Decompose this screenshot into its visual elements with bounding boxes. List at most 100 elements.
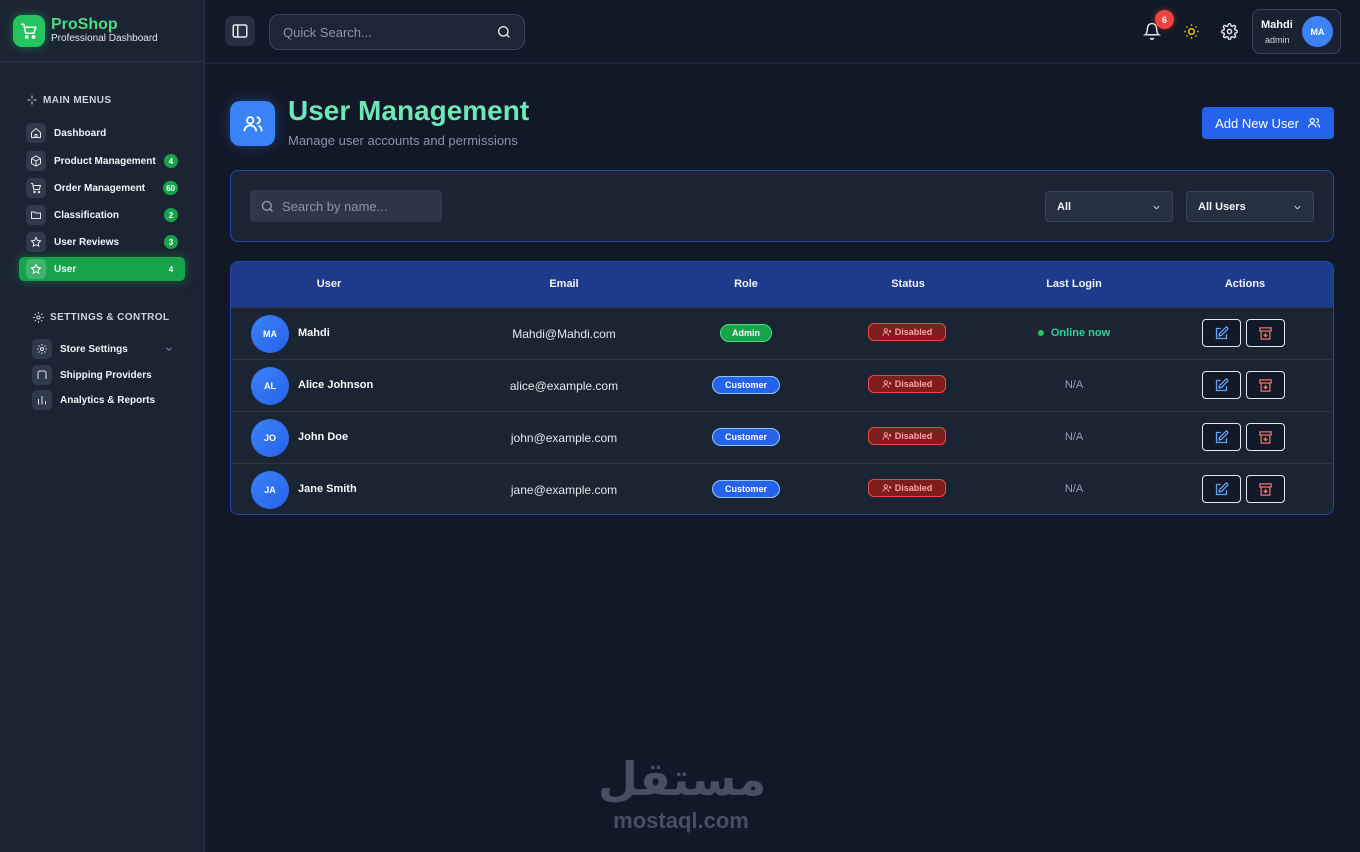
chevron-down-icon[interactable] [164,344,174,354]
status-badge: Disabled [868,375,946,393]
archive-icon [1259,326,1272,340]
last-login: N/A [1064,379,1084,391]
status-badge: Disabled [868,479,946,497]
last-login-text: Online now [1050,327,1111,339]
star-icon [26,232,46,252]
quick-search-input[interactable] [283,24,483,40]
filter-panel: All All Users [230,170,1334,242]
user-filter-select[interactable]: All Users [1186,191,1314,222]
watermark: مستقل mostaql.com [598,752,766,836]
column-header-status: Status [891,278,925,290]
count-badge: 4 [164,154,178,168]
user-email: jane@example.com [510,483,618,497]
status-badge: Disabled [868,323,946,341]
gear-icon [32,339,52,359]
sidebar-item-user-reviews[interactable]: User Reviews 3 [19,230,185,254]
role-filter-select[interactable]: All [1045,191,1173,222]
sidebar-item-store-settings[interactable]: Store Settings [32,338,182,360]
profile-role: admin [1265,35,1290,45]
user-filter-value: All Users [1198,200,1246,213]
user-name: Mahdi [298,327,330,339]
archive-user-button[interactable] [1246,371,1285,399]
sidebar-item-label: Dashboard [54,127,107,139]
count-badge: 3 [164,235,178,249]
avatar: MA [251,315,289,353]
column-header-email: Email [549,278,579,290]
archive-user-button[interactable] [1246,475,1285,503]
name-search-input[interactable] [282,198,432,214]
edit-user-button[interactable] [1202,423,1241,451]
column-header-last-login: Last Login [1046,278,1102,290]
user-name: John Doe [298,431,349,443]
quick-search [269,14,525,50]
sidebar-item-dashboard[interactable]: Dashboard [19,121,185,145]
role-badge: Customer [712,376,780,394]
page-title: User Management [288,95,530,126]
search-icon[interactable] [496,24,512,40]
archive-icon [1259,482,1272,496]
settings-menu-title: SETTINGS & CONTROL [32,311,169,324]
user-x-icon [882,432,892,440]
settings-menu-title-text: SETTINGS & CONTROL [50,312,170,323]
role-badge: Customer [712,428,780,446]
archive-user-button[interactable] [1246,423,1285,451]
user-email: john@example.com [510,431,618,445]
sidebar-item-order-management[interactable]: Order Management 60 [19,176,185,200]
sidebar-item-label: Analytics & Reports [60,394,156,406]
sidebar-item-product-management[interactable]: Product Management 4 [19,149,185,173]
count-badge: 2 [164,208,178,222]
archive-icon [1259,378,1272,392]
edit-icon [1215,430,1229,443]
last-login: N/A [1064,483,1084,495]
status-label: Disabled [894,483,933,493]
avatar: AL [251,367,289,405]
brand[interactable]: ProShop Professional Dashboard [0,0,204,62]
role-badge: Admin [720,324,772,342]
watermark-latin: mostaql.com [613,808,749,833]
user-profile-menu[interactable]: Mahdi admin MA [1252,9,1341,54]
sidebar-item-shipping-providers[interactable]: Shipping Providers [32,364,182,386]
last-login: N/A [1064,431,1084,443]
archive-user-button[interactable] [1246,319,1285,347]
user-email: alice@example.com [509,379,619,393]
status-label: Disabled [894,327,933,337]
column-header-actions: Actions [1224,278,1266,290]
sidebar-item-label: Order Management [54,182,146,194]
cart-logo-icon [13,14,45,47]
sidebar-item-label: User Reviews [54,236,120,248]
chevron-down-icon [1294,205,1301,210]
add-user-button[interactable]: Add New User [1202,107,1334,139]
user-x-icon [882,484,892,492]
table-row: JA Jane Smith jane@example.com Customer … [231,463,1333,514]
table-row: AL Alice Johnson alice@example.com Custo… [231,359,1333,411]
users-icon [230,101,275,146]
sun-icon[interactable] [1183,23,1200,40]
user-name: Alice Johnson [298,379,374,391]
box-icon [26,151,46,171]
sidebar-item-classification[interactable]: Classification 2 [19,203,185,227]
column-header-user: User [316,278,342,290]
edit-user-button[interactable] [1202,319,1241,347]
sidebar-item-user[interactable]: User 4 [19,257,185,281]
edit-user-button[interactable] [1202,371,1241,399]
gear-icon[interactable] [1221,23,1238,40]
sidebar-toggle-button[interactable] [225,16,255,46]
status-label: Disabled [894,379,933,389]
status-label: Disabled [894,431,933,441]
edit-icon [1215,326,1229,339]
brand-name: ProShop [51,16,118,33]
edit-user-button[interactable] [1202,475,1241,503]
sparkle-icon [27,95,37,105]
sidebar-item-analytics-reports[interactable]: Analytics & Reports [32,389,182,411]
page-subtitle: Manage user accounts and permissions [288,133,518,148]
brand-subtitle: Professional Dashboard [51,33,158,44]
search-icon [261,200,273,212]
sidebar-item-label: Store Settings [60,343,128,355]
users-icon [1307,118,1321,128]
topbar: 6 Mahdi admin MA [205,0,1360,64]
status-badge: Disabled [868,427,946,445]
users-table: User Email Role Status Last Login Action… [230,261,1334,515]
edit-icon [1215,482,1229,495]
star-icon [26,259,46,279]
sidebar-panel-icon [232,24,248,38]
